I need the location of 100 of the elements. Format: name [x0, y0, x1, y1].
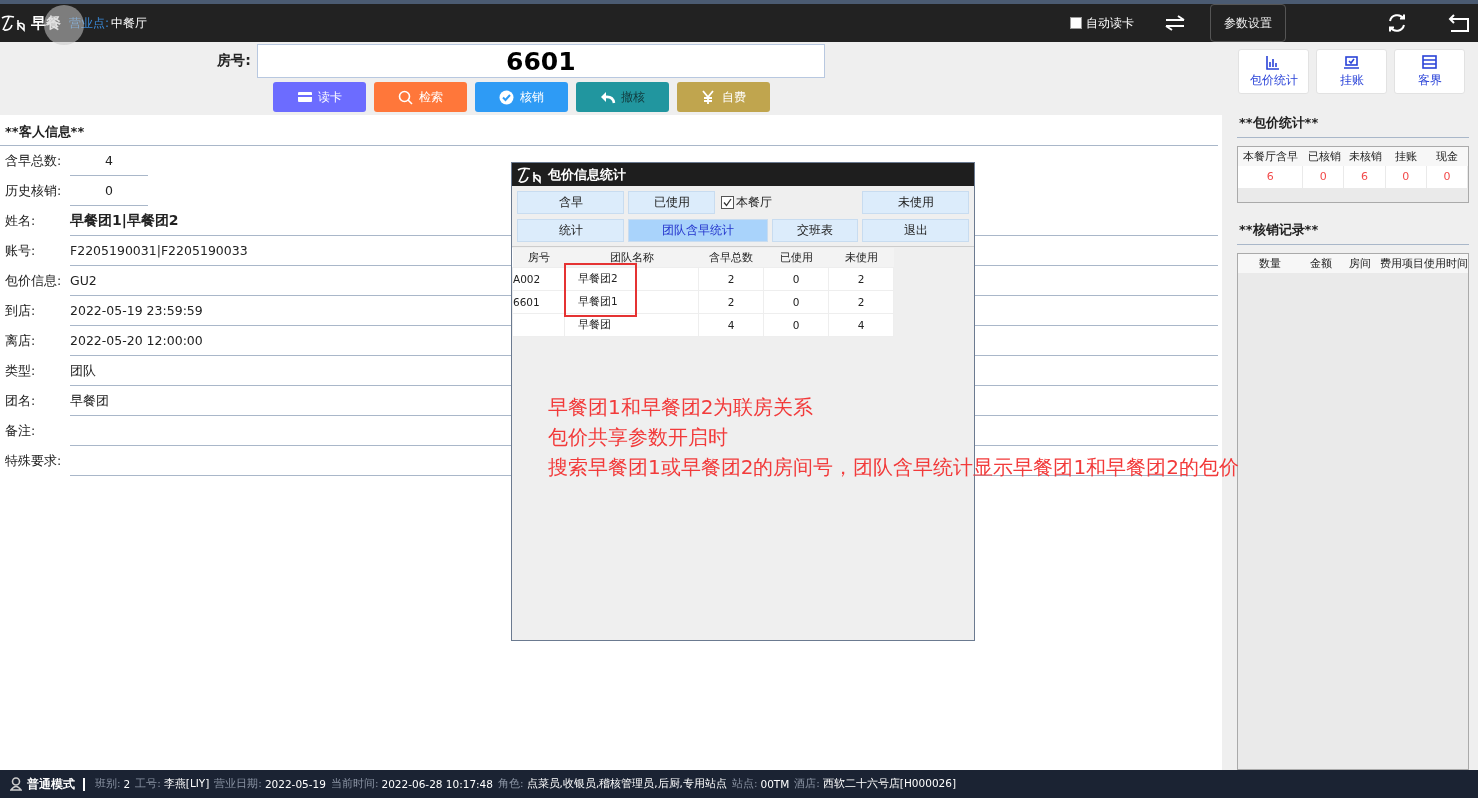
column-header: 房号: [512, 248, 565, 268]
column-header: 已核销: [1306, 149, 1342, 164]
field-value: 4: [70, 146, 148, 176]
refresh-icon: [1386, 12, 1408, 34]
dialog-button[interactable]: 退出: [862, 219, 969, 242]
table-cell: 6601: [512, 290, 565, 314]
settings-button[interactable]: 参数设置: [1210, 4, 1286, 42]
status-label: 营业日期:: [214, 777, 262, 791]
table-cell: 0: [1303, 166, 1344, 188]
column-header: 未核销: [1347, 149, 1383, 164]
column-header: 未使用: [828, 248, 894, 268]
room-number-field[interactable]: 6601: [256, 44, 825, 78]
status-label: 工号:: [135, 777, 161, 791]
column-header: 团队名称: [564, 248, 699, 268]
dialog-button[interactable]: 含早: [517, 191, 624, 214]
back-button[interactable]: [1448, 13, 1470, 33]
status-value: 李燕[LIY]: [163, 777, 210, 791]
column-header: 房间: [1348, 255, 1373, 271]
table-cell: 4: [828, 313, 894, 337]
field-label: 账号:: [4, 242, 37, 260]
checkbox-label: 自动读卡: [1086, 14, 1134, 32]
outlet-name: 中餐厅: [111, 14, 148, 32]
column-header: 费用项目: [1380, 255, 1424, 271]
status-value: 00TM: [760, 778, 790, 790]
bar-chart-icon: [1265, 55, 1282, 70]
column-header: 现金: [1435, 149, 1460, 164]
dialog-button[interactable]: 已使用: [628, 191, 715, 214]
check-icon: [723, 198, 732, 207]
status-label: 站点:: [731, 777, 758, 791]
table-cell: 早餐团2: [564, 267, 699, 291]
status-label: 班别:: [95, 777, 121, 791]
annotation-text: 早餐团1和早餐团2为联房关系: [548, 394, 815, 421]
field-label: 含早总数:: [4, 152, 63, 170]
section-heading: **核销记录**: [1237, 220, 1469, 245]
logo-icon: [516, 165, 544, 184]
logo-icon: [0, 14, 28, 32]
status-value: 西软二十六号店[H000026]: [822, 777, 956, 791]
status-value: 点菜员,收银员,稽核管理员,后厨,专用站点: [526, 777, 727, 791]
app-title: 早餐: [31, 13, 61, 33]
status-value: 2022-06-28 10:17:48: [381, 778, 493, 790]
table-cell: A002: [512, 267, 565, 291]
action-button[interactable]: 读卡: [272, 82, 366, 112]
column-header: 金额: [1308, 255, 1333, 271]
dialog-button[interactable]: 交班表: [772, 219, 858, 242]
mode-label: 普通模式: [27, 777, 85, 791]
dialog-button[interactable]: 团队含早统计: [628, 219, 768, 242]
table-cell: 0: [1426, 166, 1467, 188]
dialog-button[interactable]: 未使用: [862, 191, 969, 214]
field-label: 团名:: [4, 392, 37, 410]
back-icon: [1448, 13, 1470, 33]
table-cell: 早餐团1: [564, 290, 699, 314]
table-cell: 0: [763, 313, 829, 337]
field-label: 到店:: [4, 302, 37, 320]
search-icon: [397, 89, 414, 105]
refresh-button[interactable]: [1386, 12, 1408, 34]
annotation-text: 包价共享参数开启时: [548, 424, 729, 451]
check-circle-icon: [498, 89, 515, 105]
section-heading: **客人信息**: [0, 123, 1218, 146]
table-cell: 0: [1385, 166, 1426, 188]
table-cell: 4: [698, 313, 764, 337]
card-icon: [296, 89, 313, 105]
toolbar-button[interactable]: 包价统计: [1238, 49, 1309, 94]
dialog-button[interactable]: 统计: [517, 219, 624, 242]
table-cell: 2: [698, 267, 764, 291]
toolbar-button[interactable]: 挂账: [1316, 49, 1387, 94]
dialog-title: 包价信息统计: [548, 165, 626, 184]
checkbox[interactable]: [721, 196, 734, 209]
field-label: 备注:: [4, 422, 37, 440]
column-header: 数量: [1257, 255, 1282, 271]
section-heading: **包价统计**: [1237, 114, 1469, 138]
field-value: 0: [70, 176, 148, 206]
toolbar-button[interactable]: 客界: [1394, 49, 1465, 94]
column-header: 挂账: [1394, 149, 1419, 164]
table-cell: 0: [763, 267, 829, 291]
status-value: 2: [123, 778, 131, 790]
status-label: 角色:: [498, 777, 524, 791]
table-cell: 2: [828, 290, 894, 314]
status-value: 2022-05-19: [264, 778, 326, 790]
swap-button[interactable]: [1164, 15, 1186, 31]
field-label: 类型:: [4, 362, 37, 380]
column-header: 含早总数: [698, 248, 764, 268]
table-cell: 0: [763, 290, 829, 314]
swap-icon: [1164, 15, 1186, 31]
table-cell: 6: [1238, 166, 1303, 188]
checkbox[interactable]: [1070, 17, 1082, 29]
table-cell: 2: [698, 290, 764, 314]
field-label: 离店:: [4, 332, 37, 350]
column-header: 本餐厅含早: [1242, 149, 1300, 164]
column-header: 已使用: [763, 248, 829, 268]
field-label: 特殊要求:: [4, 452, 63, 470]
field-label: 包价信息:: [4, 272, 63, 290]
field-label: 姓名:: [4, 212, 37, 230]
field-label: 房号:: [217, 52, 251, 70]
user-icon: [10, 777, 22, 791]
status-label: 当前时间:: [330, 777, 379, 791]
field-label: 历史核销:: [4, 182, 63, 200]
outlet-label: 营业点:: [69, 14, 110, 32]
yen-icon: [700, 89, 717, 105]
table-cell: 2: [828, 267, 894, 291]
table-cell: 6: [1344, 166, 1385, 188]
